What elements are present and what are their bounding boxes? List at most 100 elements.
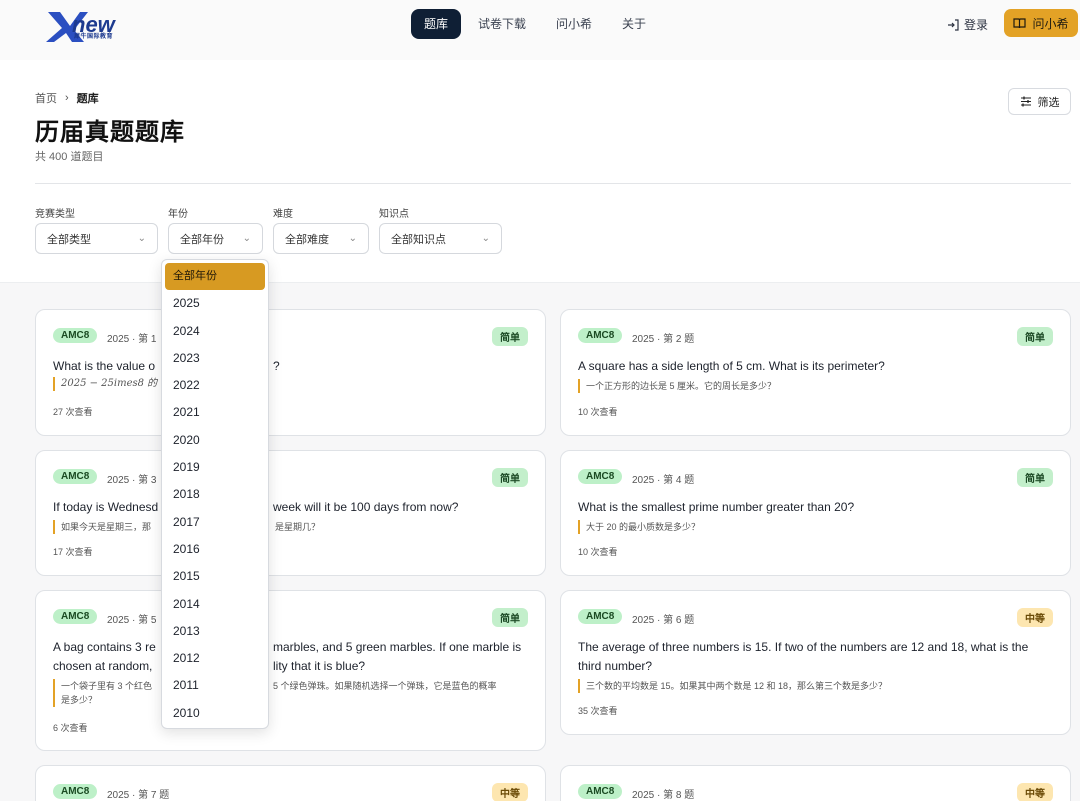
difficulty-badge: 简单 <box>1017 468 1053 487</box>
nav-paper-download[interactable]: 试卷下载 <box>465 9 539 39</box>
question-count: 共 400 道题目 <box>35 151 104 163</box>
filter-type-select[interactable]: 全部类型 ⌄ <box>35 223 158 254</box>
view-count: 35 次查看 <box>578 706 618 716</box>
difficulty-badge: 简单 <box>492 327 528 346</box>
nav-ask[interactable]: 问小希 <box>543 9 605 39</box>
contest-tag: AMC8 <box>53 784 98 799</box>
question-text-en: The average of three numbers is 15. If t… <box>578 640 1029 673</box>
filter-button-label: 筛选 <box>1037 96 1060 109</box>
view-count: 10 次查看 <box>578 407 618 417</box>
question-card[interactable]: AMC8 2025 · 第 8 题 中等 <box>560 765 1071 801</box>
year-option[interactable]: 2025 <box>162 290 268 317</box>
question-card[interactable]: AMC8 2025 · 第 3 简单 If today is Wednesd we… <box>35 450 546 576</box>
question-card[interactable]: AMC8 2025 · 第 1 简单 What is the value o? … <box>35 309 546 436</box>
year-dropdown-menu: 全部年份 2025 2024 2023 2022 2021 2020 2019 2018 2017… <box>161 259 269 729</box>
nav-question-bank[interactable]: 题库 <box>411 9 462 39</box>
filter-topic-value: 全部知识点 <box>391 233 446 246</box>
filter-year-label: 年份 <box>168 209 188 220</box>
year-option[interactable]: 2020 <box>162 427 268 454</box>
filter-difficulty-value: 全部难度 <box>285 233 329 246</box>
question-meta: 2025 · 第 7 题 <box>107 790 170 801</box>
year-option[interactable]: 2011 <box>162 672 268 699</box>
question-text-en: What is the smallest prime number greate… <box>578 500 855 514</box>
top-header: new 犀牛国际教育 题库 试卷下载 问小希 关于 登录 问小希 <box>0 0 1080 60</box>
question-text-cn: 三个数的平均数是 15。如果其中两个数是 12 和 18，那么第三个数是多少？ <box>578 679 1053 693</box>
year-option[interactable]: 2017 <box>162 509 268 536</box>
section-divider <box>35 183 1071 184</box>
chevron-down-icon: ⌄ <box>137 233 146 244</box>
year-option[interactable]: 2018 <box>162 481 268 508</box>
login-link[interactable]: 登录 <box>947 16 988 33</box>
question-card[interactable]: AMC8 2025 · 第 6 题 中等 The average of thre… <box>560 590 1071 735</box>
year-option[interactable]: 2022 <box>162 372 268 399</box>
breadcrumb-current: 题库 <box>76 93 99 105</box>
filter-difficulty-label: 难度 <box>273 209 293 220</box>
chevron-down-icon: ⌄ <box>348 233 357 244</box>
login-icon <box>948 18 959 31</box>
question-card[interactable]: AMC8 2025 · 第 4 题 简单 What is the smalles… <box>560 450 1071 576</box>
difficulty-badge: 简单 <box>1017 327 1053 346</box>
contest-tag: AMC8 <box>578 609 623 624</box>
year-option[interactable]: 2013 <box>162 618 268 645</box>
contest-tag: AMC8 <box>53 328 98 343</box>
view-count: 6 次查看 <box>53 723 88 733</box>
sliders-icon <box>1020 96 1031 107</box>
book-icon <box>1013 17 1027 28</box>
filter-topic-select[interactable]: 全部知识点 ⌄ <box>379 223 502 254</box>
year-option[interactable]: 2016 <box>162 536 268 563</box>
year-option[interactable]: 2010 <box>162 700 268 727</box>
year-option[interactable]: 2023 <box>162 345 268 372</box>
difficulty-badge: 中等 <box>492 783 528 801</box>
question-meta: 2025 · 第 3 <box>107 475 157 486</box>
contest-tag: AMC8 <box>578 328 623 343</box>
filter-button[interactable]: 筛选 <box>1008 88 1071 115</box>
question-text-cn: 一个正方形的边长是 5 厘米。它的周长是多少？ <box>578 379 1053 393</box>
contest-tag: AMC8 <box>578 469 623 484</box>
filter-difficulty-select[interactable]: 全部难度 ⌄ <box>273 223 369 254</box>
difficulty-badge: 简单 <box>492 608 528 627</box>
year-option[interactable]: 2012 <box>162 645 268 672</box>
filter-year-value: 全部年份 <box>180 233 224 246</box>
question-text-cn: 大于 20 的最小质数是多少？ <box>578 520 1053 534</box>
view-count: 27 次查看 <box>53 407 93 417</box>
question-meta: 2025 · 第 8 题 <box>632 790 695 801</box>
contest-tag: AMC8 <box>53 469 98 484</box>
login-label: 登录 <box>964 18 989 32</box>
filter-topic-label: 知识点 <box>379 209 409 220</box>
page-title: 历届真题题库 <box>35 117 185 146</box>
question-meta: 2025 · 第 1 <box>107 334 157 345</box>
breadcrumb-home[interactable]: 首页 <box>35 90 57 106</box>
question-card[interactable]: AMC8 2025 · 第 7 题 中等 <box>35 765 546 801</box>
chevron-down-icon: ⌄ <box>481 233 490 244</box>
question-text-en: A bag contains 3 re marbles, and 5 green … <box>53 640 522 673</box>
difficulty-badge: 简单 <box>492 468 528 487</box>
question-meta: 2025 · 第 5 <box>107 615 157 626</box>
year-option[interactable]: 2019 <box>162 454 268 481</box>
logo-subtitle: 犀牛国际教育 <box>74 34 114 40</box>
year-option[interactable]: 2014 <box>162 591 268 618</box>
filter-type-value: 全部类型 <box>47 233 91 246</box>
year-option[interactable]: 2021 <box>162 399 268 426</box>
question-text-cn: 一个袋子里有 3 个红色 5 个绿色弹珠。如果随机选择一个弹珠，它是蓝色的概率 是… <box>53 679 528 707</box>
question-meta: 2025 · 第 2 题 <box>632 334 695 345</box>
question-meta: 2025 · 第 4 题 <box>632 475 695 486</box>
view-count: 10 次查看 <box>578 547 618 557</box>
filter-year-select[interactable]: 全部年份 ⌄ <box>168 223 263 254</box>
question-meta: 2025 · 第 6 题 <box>632 615 695 626</box>
ask-button[interactable]: 问小希 <box>1004 9 1078 37</box>
main-nav: 题库 试卷下载 问小希 关于 <box>411 9 663 39</box>
year-option[interactable]: 全部年份 <box>165 263 265 291</box>
breadcrumb: 首页 › 题库 <box>35 90 99 106</box>
question-card[interactable]: AMC8 2025 · 第 5 简单 A bag contains 3 re ma… <box>35 590 546 751</box>
difficulty-badge: 中等 <box>1017 783 1053 801</box>
nav-about[interactable]: 关于 <box>609 9 659 39</box>
question-text-en: What is the value o? <box>53 359 280 373</box>
question-card[interactable]: AMC8 2025 · 第 2 题 简单 A square has a side… <box>560 309 1071 436</box>
year-option[interactable]: 2015 <box>162 563 268 590</box>
filter-type-label: 竞赛类型 <box>35 209 75 220</box>
question-text-en: If today is Wednesd week will it be 100 d… <box>53 500 459 514</box>
year-option[interactable]: 2024 <box>162 318 268 345</box>
question-text-cn: 2025 − 25imes8 的 <box>53 377 528 391</box>
ask-button-label: 问小希 <box>1032 16 1069 31</box>
view-count: 17 次查看 <box>53 547 93 557</box>
